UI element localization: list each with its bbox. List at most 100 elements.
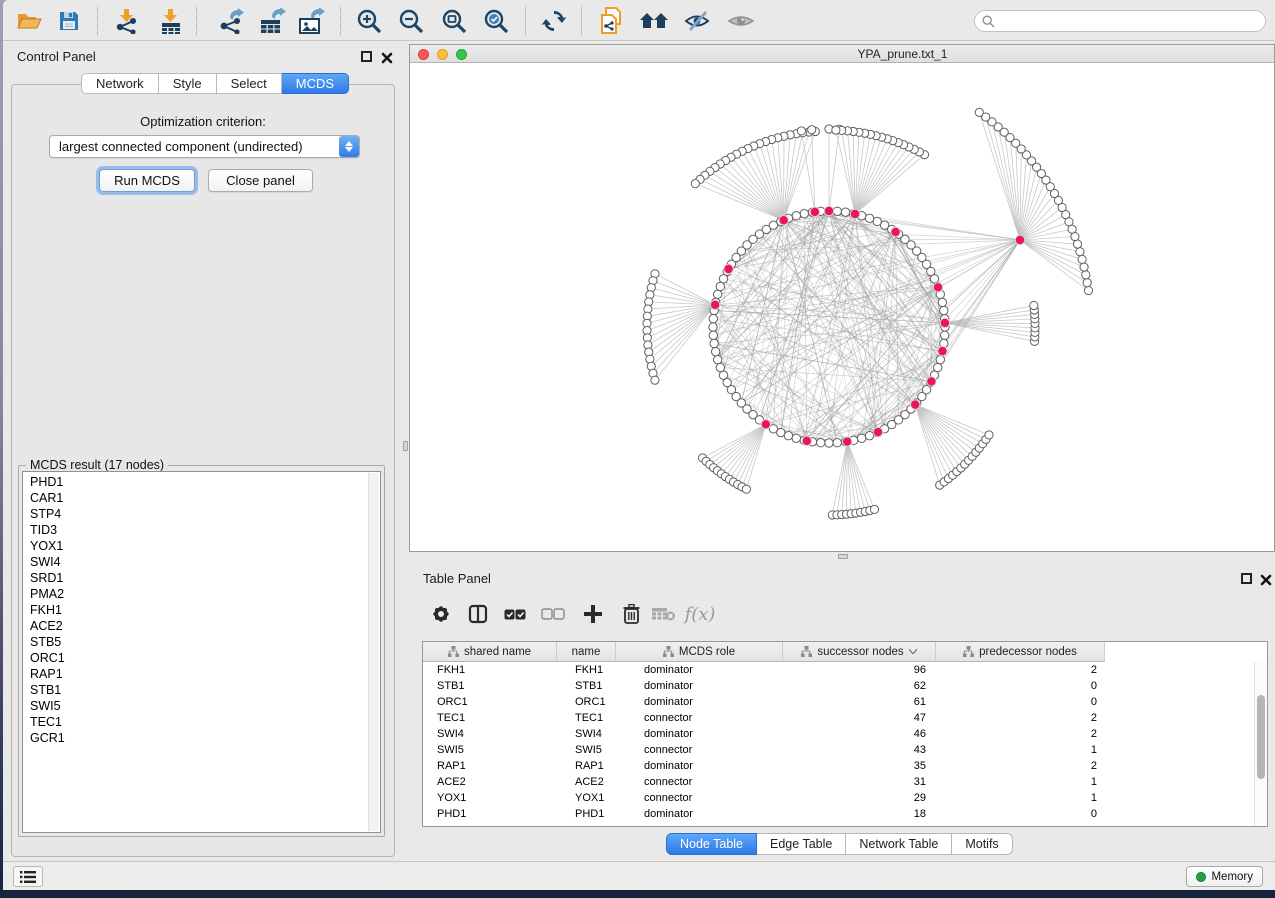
network-node[interactable] — [651, 376, 659, 384]
table-row[interactable]: SWI4SWI4dominator462 — [423, 726, 1254, 742]
network-node[interactable] — [719, 275, 727, 283]
network-node[interactable] — [711, 347, 719, 355]
first-neighbors-button[interactable] — [639, 6, 669, 36]
network-node[interactable] — [1084, 286, 1092, 294]
float-panel-icon[interactable] — [361, 51, 372, 62]
network-node[interactable] — [841, 208, 849, 216]
network-node[interactable] — [709, 331, 717, 339]
select-all-button[interactable] — [501, 600, 529, 628]
export-image-button[interactable] — [296, 6, 326, 36]
network-node[interactable] — [713, 355, 721, 363]
open-session-button[interactable] — [14, 6, 44, 36]
task-history-button[interactable] — [13, 866, 43, 887]
list-item[interactable]: YOX1 — [23, 538, 368, 554]
network-node[interactable] — [1073, 240, 1081, 248]
network-node[interactable] — [784, 431, 792, 439]
network-node[interactable] — [777, 428, 785, 436]
search-input[interactable] — [999, 14, 1265, 28]
export-table-button[interactable] — [257, 6, 287, 36]
network-node[interactable] — [938, 298, 946, 306]
network-node[interactable] — [865, 431, 873, 439]
list-item[interactable]: ORC1 — [23, 650, 368, 666]
mcds-result-list[interactable]: PHD1CAR1STP4TID3YOX1SWI4SRD1PMA2FKH1ACE2… — [22, 471, 381, 833]
mcds-hub-node[interactable] — [927, 377, 936, 386]
tab-network[interactable]: Network — [81, 73, 159, 94]
delete-table-button[interactable] — [650, 600, 678, 628]
mcds-hub-node[interactable] — [779, 216, 788, 225]
network-node[interactable] — [975, 108, 983, 116]
network-node[interactable] — [940, 306, 948, 314]
table-scrollbar[interactable] — [1254, 662, 1267, 826]
mcds-hub-node[interactable] — [850, 209, 859, 218]
table-row[interactable]: RAP1RAP1dominator352 — [423, 758, 1254, 774]
list-item[interactable]: PHD1 — [23, 474, 368, 490]
mcds-hub-node[interactable] — [710, 300, 719, 309]
network-canvas-svg[interactable] — [410, 63, 1274, 551]
import-table-button[interactable] — [156, 6, 186, 36]
network-node[interactable] — [865, 214, 873, 222]
column-header-shared-name[interactable]: shared name — [423, 642, 557, 662]
network-node[interactable] — [709, 323, 717, 331]
show-all-button[interactable] — [726, 6, 756, 36]
network-node[interactable] — [1080, 263, 1088, 271]
zoom-fit-button[interactable] — [439, 6, 469, 36]
list-item[interactable]: SWI5 — [23, 698, 368, 714]
close-panel-button[interactable]: Close panel — [208, 169, 313, 192]
network-node[interactable] — [1076, 248, 1084, 256]
column-header-name[interactable]: name — [557, 642, 616, 662]
add-column-button[interactable] — [579, 600, 607, 628]
network-node[interactable] — [716, 363, 724, 371]
import-network-button[interactable] — [112, 6, 142, 36]
list-item[interactable]: SRD1 — [23, 570, 368, 586]
network-node[interactable] — [1083, 279, 1091, 287]
network-node[interactable] — [716, 282, 724, 290]
network-node[interactable] — [800, 209, 808, 217]
zoom-selected-button[interactable] — [481, 6, 511, 36]
float-table-panel-icon[interactable] — [1241, 573, 1252, 584]
network-node[interactable] — [933, 363, 941, 371]
zoom-in-button[interactable] — [354, 6, 384, 36]
save-session-button[interactable] — [54, 6, 84, 36]
network-node[interactable] — [1082, 271, 1090, 279]
network-node[interactable] — [709, 315, 717, 323]
table-row[interactable]: FKH1FKH1dominator962 — [423, 662, 1254, 678]
run-mcds-button[interactable]: Run MCDS — [99, 169, 195, 192]
network-node[interactable] — [710, 339, 718, 347]
list-item[interactable]: TEC1 — [23, 714, 368, 730]
network-node[interactable] — [792, 434, 800, 442]
window-maximize-icon[interactable] — [456, 49, 467, 60]
mcds-hub-node[interactable] — [802, 436, 811, 445]
list-item[interactable]: ACE2 — [23, 618, 368, 634]
mcds-hub-node[interactable] — [724, 264, 733, 273]
list-item[interactable]: STP4 — [23, 506, 368, 522]
network-canvas[interactable] — [410, 63, 1274, 551]
mcds-hub-node[interactable] — [761, 420, 770, 429]
network-node[interactable] — [833, 439, 841, 447]
tab-network-table[interactable]: Network Table — [846, 833, 952, 855]
network-node[interactable] — [1030, 301, 1038, 309]
table-settings-button[interactable] — [427, 600, 455, 628]
network-node[interactable] — [941, 331, 949, 339]
mcds-hub-node[interactable] — [873, 427, 882, 436]
close-panel-icon[interactable] — [381, 51, 393, 63]
table-row[interactable]: PHD1PHD1dominator180 — [423, 806, 1254, 822]
mcds-hub-node[interactable] — [911, 400, 920, 409]
tab-node-table[interactable]: Node Table — [666, 833, 757, 855]
network-node[interactable] — [797, 127, 805, 135]
zoom-out-button[interactable] — [396, 6, 426, 36]
network-node[interactable] — [817, 439, 825, 447]
table-row[interactable]: TEC1TEC1connector472 — [423, 710, 1254, 726]
network-node[interactable] — [985, 431, 993, 439]
close-table-panel-icon[interactable] — [1260, 573, 1272, 585]
list-item[interactable]: RAP1 — [23, 666, 368, 682]
mcds-hub-node[interactable] — [810, 207, 819, 216]
mcds-hub-node[interactable] — [940, 318, 949, 327]
table-row[interactable]: YOX1YOX1connector291 — [423, 790, 1254, 806]
list-item[interactable]: STB5 — [23, 634, 368, 650]
mcds-hub-node[interactable] — [1015, 235, 1024, 244]
tab-mcds[interactable]: MCDS — [282, 73, 349, 94]
table-row[interactable]: ACE2ACE2connector311 — [423, 774, 1254, 790]
table-row[interactable]: SWI5SWI5connector431 — [423, 742, 1254, 758]
function-builder-button[interactable]: f(x) — [683, 600, 717, 628]
memory-button[interactable]: Memory — [1186, 866, 1263, 887]
